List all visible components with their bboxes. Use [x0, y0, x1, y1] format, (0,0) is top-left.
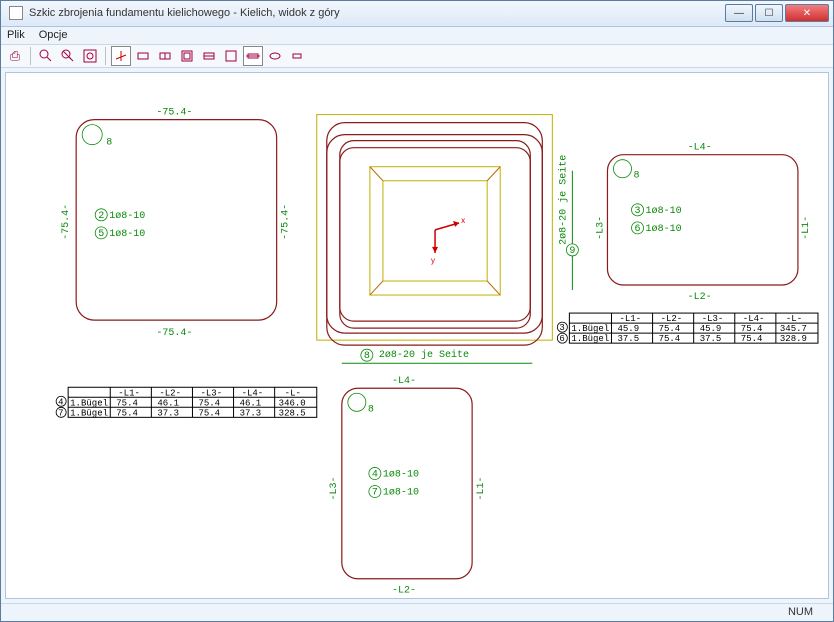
svg-text:1ø8-10: 1ø8-10	[109, 229, 145, 240]
zoom-fit-icon[interactable]	[80, 46, 100, 66]
svg-text:-75.4-: -75.4-	[156, 108, 192, 119]
svg-text:75.4: 75.4	[741, 334, 763, 345]
svg-text:-L4-: -L4-	[688, 143, 712, 154]
svg-text:-75.4-: -75.4-	[61, 204, 72, 240]
minimize-button[interactable]: —	[725, 4, 753, 22]
zoom-out-icon[interactable]	[58, 46, 78, 66]
drawing-area-wrap: 8 -75.4- -75.4- -75.4- -75.4- 21ø8-10 51…	[1, 68, 833, 602]
svg-text:1ø8-10: 1ø8-10	[109, 211, 145, 222]
print-icon[interactable]: ⎙	[5, 46, 25, 66]
svg-text:x: x	[461, 216, 465, 225]
svg-text:8: 8	[634, 171, 640, 182]
svg-text:75.4: 75.4	[116, 408, 138, 419]
shape-topleft: 8 -75.4- -75.4- -75.4- -75.4- 2 1ø8-10 51…	[61, 108, 292, 340]
view1-icon[interactable]	[133, 46, 153, 66]
view4-icon[interactable]	[199, 46, 219, 66]
zoom-in-icon[interactable]	[36, 46, 56, 66]
svg-text:5: 5	[98, 229, 104, 240]
svg-text:-L3-: -L3-	[595, 216, 606, 240]
app-icon	[9, 6, 23, 20]
svg-text:6: 6	[559, 334, 564, 345]
svg-text:9: 9	[569, 246, 575, 257]
shape-bottomleft: 8 -L4- -L3- -L1- -L2- 4 1ø8-10 7 1ø8-10	[329, 377, 487, 598]
svg-text:-L3-: -L3-	[329, 477, 340, 501]
svg-text:8: 8	[106, 138, 112, 149]
svg-text:1ø8-10: 1ø8-10	[646, 224, 682, 235]
svg-text:3: 3	[635, 206, 641, 217]
svg-text:8: 8	[368, 405, 374, 416]
svg-text:37.5: 37.5	[617, 334, 639, 345]
svg-text:7: 7	[372, 488, 378, 499]
rect-icon[interactable]	[287, 46, 307, 66]
svg-text:y: y	[431, 256, 435, 265]
view2-icon[interactable]	[155, 46, 175, 66]
menu-file[interactable]: Plik	[7, 29, 25, 41]
svg-text:4: 4	[372, 470, 378, 481]
svg-text:328.9: 328.9	[780, 334, 807, 345]
svg-text:37.3: 37.3	[157, 408, 179, 419]
svg-text:8: 8	[364, 352, 370, 363]
separator	[30, 47, 31, 65]
axes-icon[interactable]	[111, 46, 131, 66]
svg-text:37.5: 37.5	[700, 334, 722, 345]
svg-text:1.Bügel: 1.Bügel	[571, 334, 609, 345]
svg-text:1ø8-10: 1ø8-10	[383, 470, 419, 481]
svg-text:2ø8-20 je Seite: 2ø8-20 je Seite	[379, 350, 469, 362]
svg-text:-75.4-: -75.4-	[281, 204, 292, 240]
svg-text:1ø8-10: 1ø8-10	[646, 206, 682, 217]
svg-text:-L4-: -L4-	[392, 377, 416, 388]
app-window: Szkic zbrojenia fundamentu kielichowego …	[0, 0, 834, 622]
svg-text:-75.4-: -75.4-	[156, 329, 192, 340]
close-button[interactable]: ✕	[785, 4, 829, 22]
svg-text:4: 4	[58, 397, 63, 408]
view5-icon[interactable]	[221, 46, 241, 66]
svg-text:-L1-: -L1-	[801, 216, 812, 240]
window-buttons: — ☐ ✕	[725, 4, 829, 22]
toolbar: ⎙	[1, 45, 833, 69]
window-title: Szkic zbrojenia fundamentu kielichowego …	[29, 7, 725, 19]
svg-text:3: 3	[559, 323, 564, 334]
svg-text:-L2-: -L2-	[392, 586, 416, 597]
svg-text:7: 7	[58, 408, 63, 419]
drawing-canvas[interactable]: 8 -75.4- -75.4- -75.4- -75.4- 21ø8-10 51…	[5, 72, 829, 598]
svg-text:1.Bügel: 1.Bügel	[70, 408, 108, 419]
svg-text:6: 6	[635, 224, 641, 235]
oval-icon[interactable]	[265, 46, 285, 66]
shape-topright: 8 -L4- -L3- -L1- -L2- 3 1ø8-10 6 1ø8-10	[595, 143, 812, 303]
svg-text:37.3: 37.3	[240, 408, 262, 419]
status-num: NUM	[788, 606, 813, 618]
svg-text:2ø8-20 je Seite: 2ø8-20 je Seite	[557, 155, 569, 245]
view3-icon[interactable]	[177, 46, 197, 66]
svg-text:-L1-: -L1-	[476, 477, 487, 501]
table-right: 3 6 -L1- -L2- -L3- -L4- -L- 1.Bügel	[557, 314, 818, 345]
svg-text:75.4: 75.4	[659, 334, 681, 345]
table-bottom-left: 4 7 -L1- -L2- -L3- -L4- -L- 1.Bügel	[56, 388, 317, 419]
svg-text:328.5: 328.5	[279, 408, 306, 419]
menubar: Plik Opcje	[1, 27, 833, 45]
maximize-button[interactable]: ☐	[755, 4, 783, 22]
titlebar: Szkic zbrojenia fundamentu kielichowego …	[1, 1, 833, 27]
separator	[105, 47, 106, 65]
shape-plan-center: x y 2ø8-20 je Seite 9 2ø8-20 je Seite 8	[317, 115, 579, 364]
svg-text:2: 2	[98, 211, 104, 222]
menu-options[interactable]: Opcje	[39, 29, 68, 41]
svg-text:-L2-: -L2-	[688, 293, 712, 304]
svg-text:75.4: 75.4	[198, 408, 220, 419]
statusbar: NUM	[1, 603, 833, 621]
section-icon[interactable]	[243, 46, 263, 66]
svg-text:1ø8-10: 1ø8-10	[383, 488, 419, 499]
